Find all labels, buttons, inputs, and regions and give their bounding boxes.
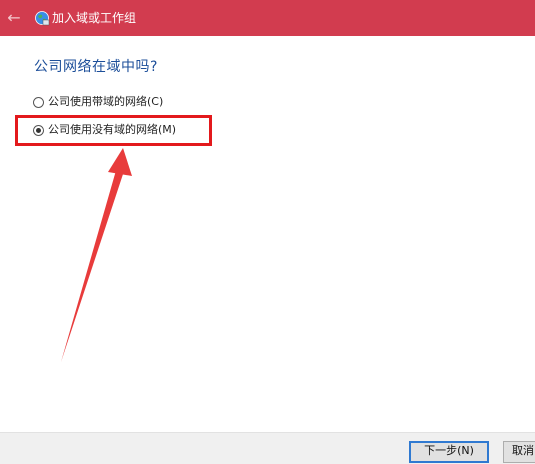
footer-bar: 下一步(N) 取消 — [0, 432, 535, 464]
annotation-arrow — [61, 148, 132, 362]
cancel-button[interactable]: 取消 — [503, 441, 535, 463]
next-button[interactable]: 下一步(N) — [409, 441, 489, 463]
